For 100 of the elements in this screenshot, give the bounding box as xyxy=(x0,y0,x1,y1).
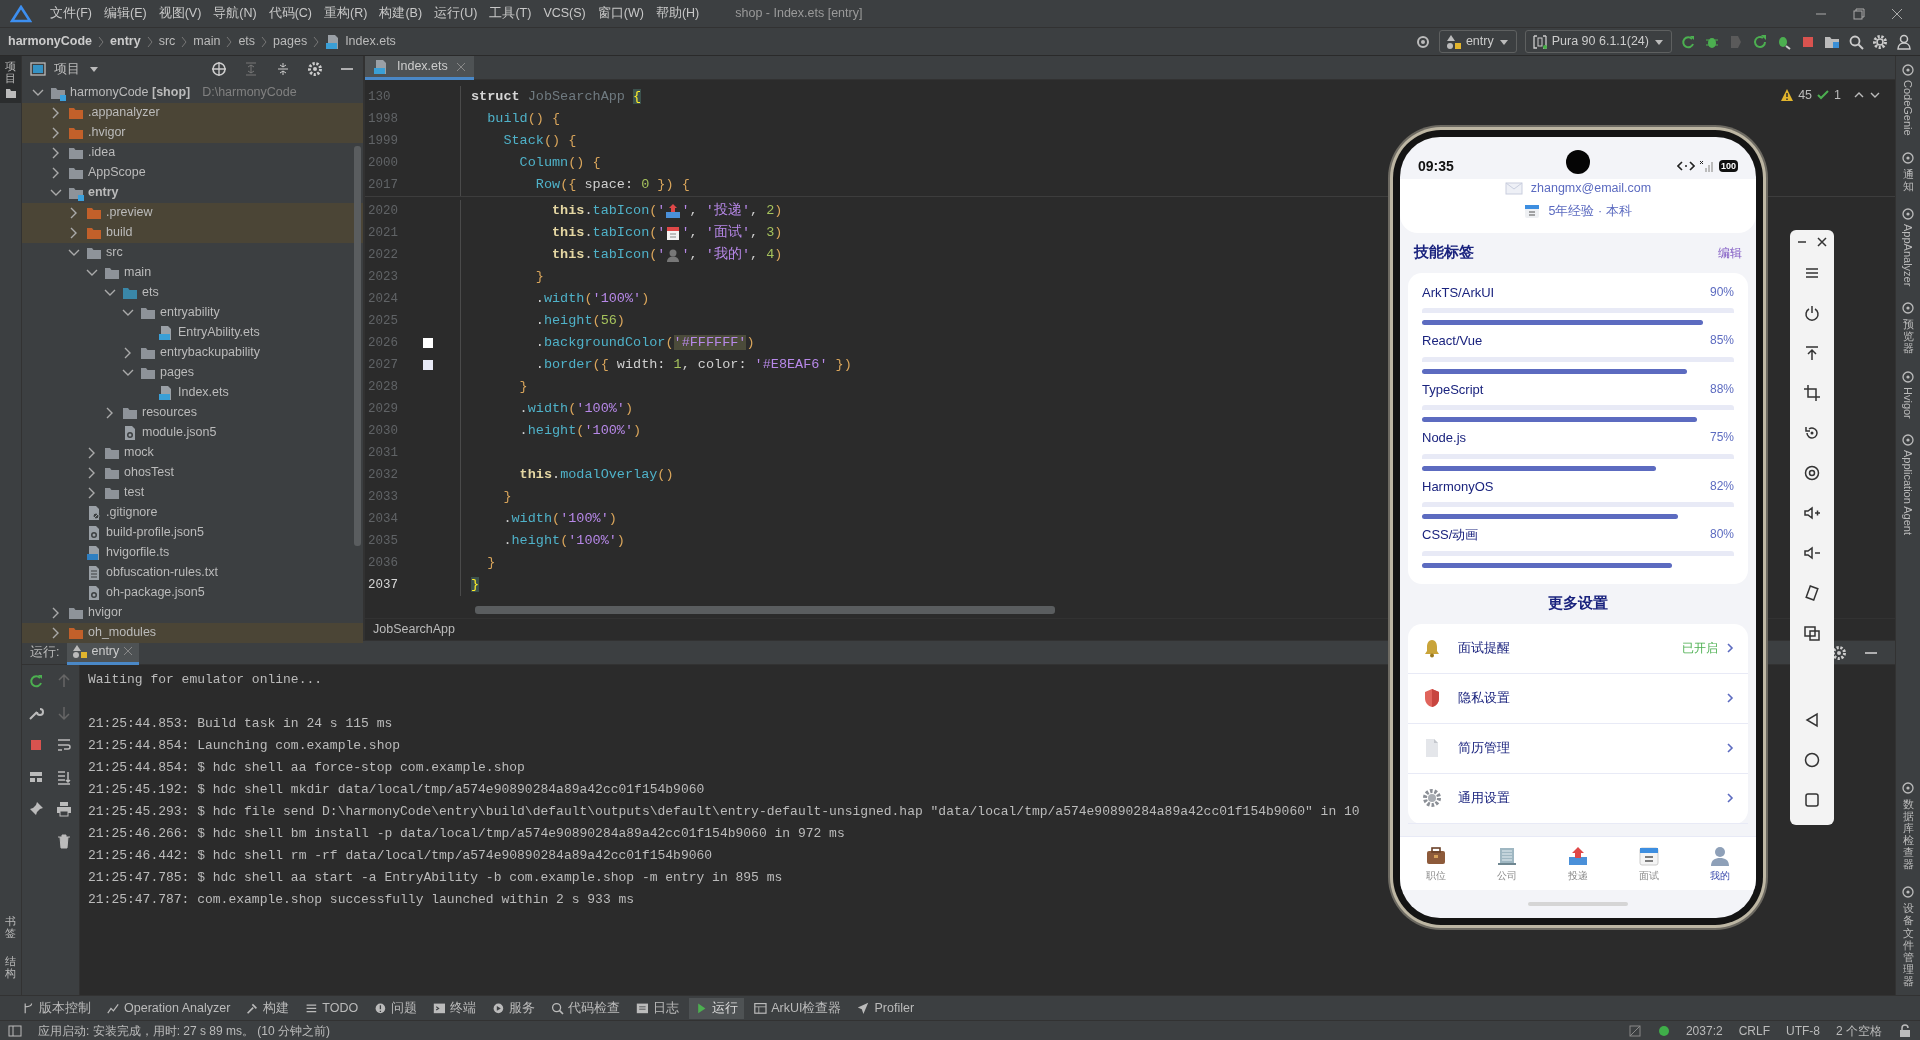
breadcrumb-item[interactable]: harmonyCode xyxy=(8,32,93,51)
tool-window-tab[interactable]: Operation Analyzer xyxy=(101,997,237,1019)
tool-icon[interactable] xyxy=(1902,781,1914,794)
tree-item[interactable]: entrybackupability xyxy=(22,342,363,363)
menu-item[interactable]: 视图(V) xyxy=(152,4,208,23)
tool-window-tab[interactable]: AppAnalyzer xyxy=(1899,223,1917,287)
locate-icon[interactable] xyxy=(211,61,227,78)
tree-item[interactable]: mock xyxy=(22,442,363,463)
tree-item[interactable]: .appanalyzer xyxy=(22,102,363,123)
breadcrumb-item[interactable]: JobSearchApp xyxy=(373,620,455,639)
tool-icon[interactable] xyxy=(1902,434,1914,447)
screenshot-icon[interactable] xyxy=(1803,464,1821,482)
tree-item[interactable]: build-profile.json5 xyxy=(22,522,363,543)
menu-item[interactable]: 工具(T) xyxy=(483,4,538,23)
shake-icon[interactable] xyxy=(1803,584,1821,602)
settings-row[interactable]: 隐私设置 xyxy=(1408,673,1748,724)
panel-toggle-icon[interactable] xyxy=(8,1023,22,1038)
tab-bar-item[interactable]: 公司 xyxy=(1495,844,1518,883)
status-item[interactable]: CRLF xyxy=(1738,1021,1770,1040)
rerun-icon[interactable] xyxy=(1680,33,1696,50)
restore-icon[interactable] xyxy=(1852,6,1866,21)
account-icon[interactable] xyxy=(1896,33,1912,50)
volume-down-icon[interactable] xyxy=(1803,544,1821,562)
tree-item[interactable]: .idea xyxy=(22,142,363,163)
tree-item[interactable]: EntryAbility.ets xyxy=(22,322,363,343)
status-item[interactable]: 2037:2 xyxy=(1685,1021,1723,1040)
tool-window-tab[interactable]: 代码检查 xyxy=(545,997,627,1019)
tool-window-tab[interactable]: 书签 xyxy=(5,914,16,939)
pin-top-icon[interactable] xyxy=(1803,344,1821,362)
device-dropdown[interactable]: Pura 90 6.1.1(24) xyxy=(1524,30,1672,53)
tool-icon[interactable] xyxy=(1902,64,1914,76)
tree-item[interactable]: harmonyCode [shop] D:\harmonyCode xyxy=(22,82,363,103)
breadcrumb-item[interactable]: pages xyxy=(273,32,308,51)
tree-item[interactable]: hvigorfile.ts xyxy=(22,542,363,563)
menu-item[interactable]: 文件(F) xyxy=(44,4,98,23)
close-icon[interactable] xyxy=(1816,236,1828,248)
tree-item[interactable]: ohosTest xyxy=(22,462,363,483)
tab-bar-item[interactable]: 面试 xyxy=(1638,844,1661,883)
tool-window-tab[interactable]: TODO xyxy=(299,997,365,1019)
reload-icon[interactable] xyxy=(1752,33,1768,50)
editor-tab[interactable]: Index.ets xyxy=(365,56,474,80)
back-icon[interactable] xyxy=(1803,711,1821,729)
tree-item[interactable]: test xyxy=(22,482,363,503)
tree-item[interactable]: Index.ets xyxy=(22,382,363,403)
tree-item[interactable]: main xyxy=(22,262,363,283)
tree-item[interactable]: .preview xyxy=(22,202,363,223)
tree-item[interactable]: oh-package.json5 xyxy=(22,582,363,603)
vertical-scrollbar[interactable] xyxy=(354,146,361,546)
tool-window-tab[interactable]: 日志 xyxy=(630,997,686,1019)
edit-link[interactable]: 编辑 xyxy=(1718,243,1742,262)
warning-icon[interactable] xyxy=(1780,88,1795,103)
close-icon[interactable] xyxy=(1890,6,1904,21)
rotate-icon[interactable] xyxy=(1803,424,1821,442)
power-icon[interactable] xyxy=(1803,304,1821,322)
tree-item[interactable]: pages xyxy=(22,362,363,383)
tool-window-tab[interactable]: 构建 xyxy=(240,997,296,1019)
memory-icon[interactable] xyxy=(1627,1023,1642,1038)
scroll-end-icon[interactable] xyxy=(56,769,72,785)
settings-row[interactable]: 面试提醒 已开启 xyxy=(1408,623,1748,674)
soft-wrap-icon[interactable] xyxy=(56,737,72,753)
stop-icon[interactable] xyxy=(28,737,44,753)
menu-item[interactable]: 重构(R) xyxy=(318,4,374,23)
tree-item[interactable]: module.json5 xyxy=(22,422,363,443)
breadcrumb-item[interactable]: Index.ets xyxy=(345,32,396,51)
menu-item[interactable]: 运行(U) xyxy=(428,4,484,23)
status-item[interactable]: UTF-8 xyxy=(1786,1021,1820,1040)
tool-window-tab[interactable]: Application Agent xyxy=(1899,450,1917,536)
tab-bar-item[interactable]: 我的 xyxy=(1709,844,1732,883)
tab-bar-item[interactable]: 投递 xyxy=(1566,844,1589,883)
horizontal-scrollbar[interactable] xyxy=(475,606,1055,614)
breadcrumb-item[interactable]: ets xyxy=(238,32,256,51)
breadcrumb-item[interactable]: main xyxy=(193,32,221,51)
menu-item[interactable]: 构建(B) xyxy=(373,4,429,23)
status-item[interactable]: 2 个空格 xyxy=(1836,1021,1882,1040)
menu-item[interactable]: VCS(S) xyxy=(537,4,592,23)
tool-window-tab[interactable]: 数据库检查器 xyxy=(1902,797,1914,871)
lock-icon[interactable] xyxy=(1898,1023,1912,1038)
tool-window-tab[interactable]: 问题 xyxy=(368,997,424,1019)
volume-up-icon[interactable] xyxy=(1803,504,1821,522)
home-icon[interactable] xyxy=(1803,751,1821,769)
tool-window-tab[interactable]: ArkUI检查器 xyxy=(748,997,848,1019)
tree-item[interactable]: AppScope xyxy=(22,162,363,183)
tree-item[interactable]: obfuscation-rules.txt xyxy=(22,562,363,583)
tool-icon[interactable] xyxy=(1902,302,1914,315)
settings-row[interactable]: 通用设置 xyxy=(1408,773,1748,824)
tree-item[interactable]: entryability xyxy=(22,302,363,323)
tree-item[interactable]: oh_modules xyxy=(22,622,363,643)
module-dropdown[interactable]: entry xyxy=(1438,30,1517,53)
tool-window-tab[interactable]: Profiler xyxy=(851,997,921,1019)
layout-icon[interactable] xyxy=(28,769,44,785)
tool-window-tab[interactable]: 结构 xyxy=(5,954,16,979)
menu-item[interactable]: 帮助(H) xyxy=(649,4,706,23)
trash-icon[interactable] xyxy=(56,833,72,849)
menu-item[interactable]: 编辑(E) xyxy=(97,4,153,23)
target-icon[interactable] xyxy=(1414,33,1431,50)
tool-icon[interactable] xyxy=(1902,886,1914,899)
settings-icon[interactable] xyxy=(1872,33,1888,50)
tree-item[interactable]: src xyxy=(22,242,363,263)
tool-icon[interactable] xyxy=(1902,151,1914,164)
settings-icon[interactable] xyxy=(1831,644,1847,661)
